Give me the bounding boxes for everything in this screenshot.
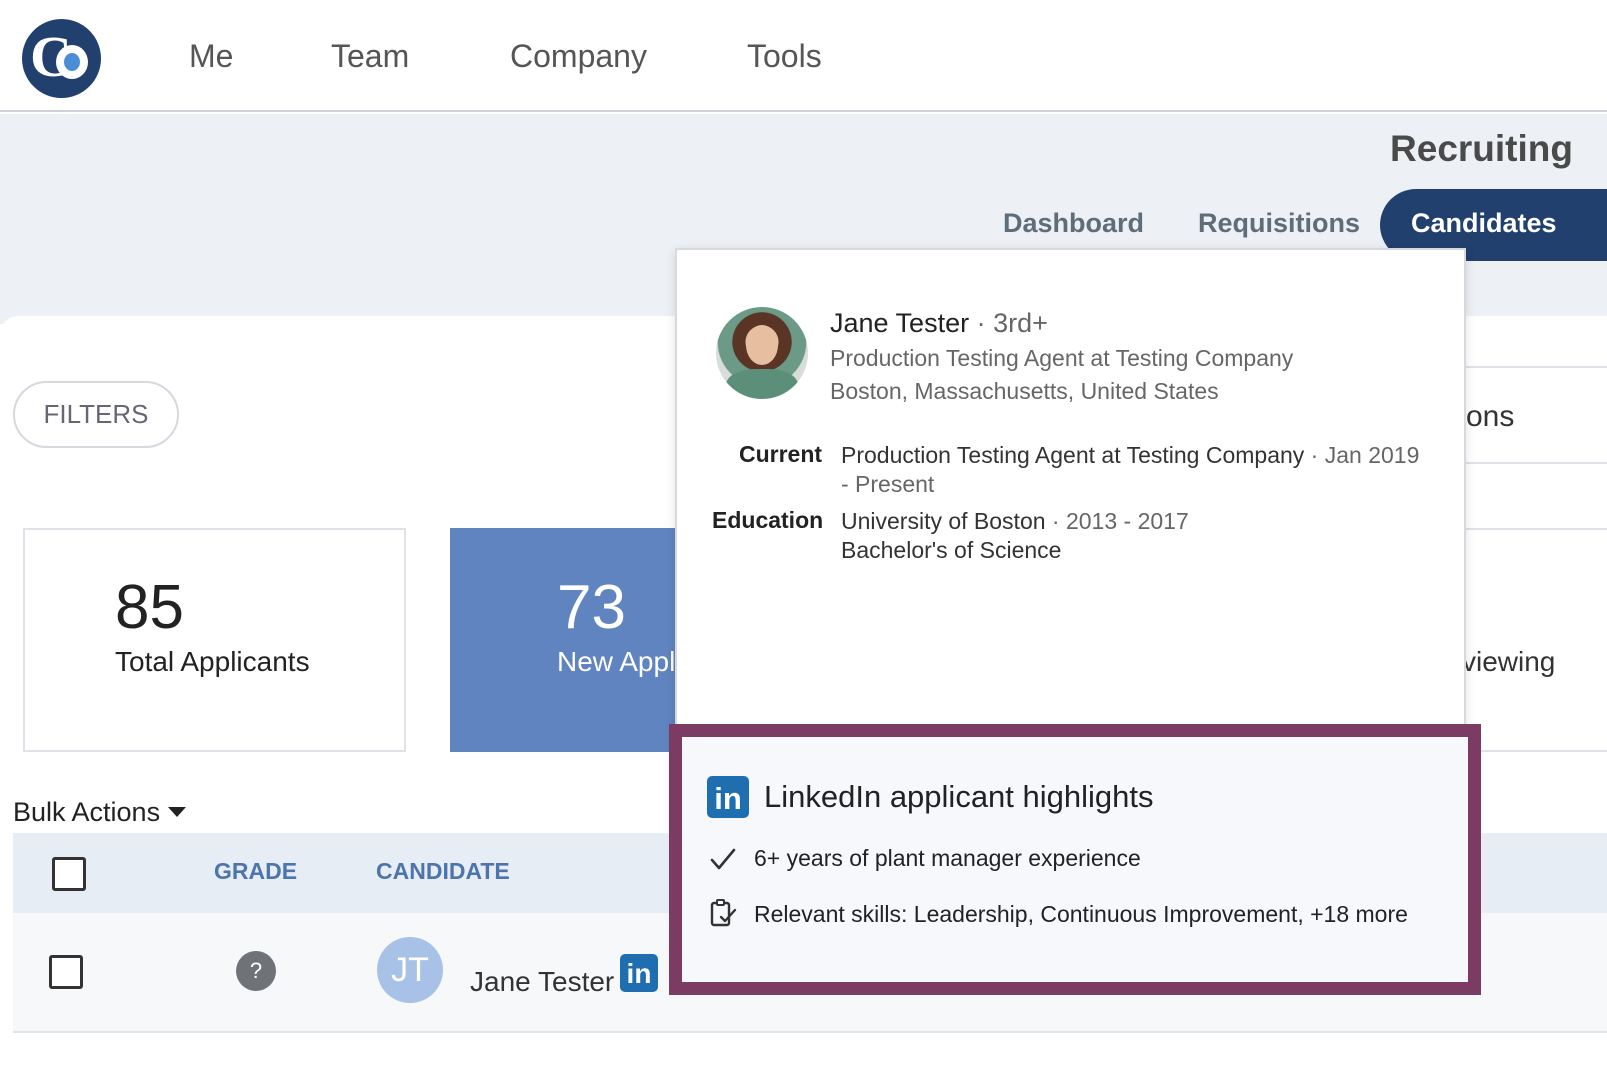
school-name: University of Boston	[841, 508, 1046, 534]
nav-company[interactable]: Company	[510, 38, 647, 75]
bulk-actions-label: Bulk Actions	[13, 797, 161, 827]
partial-tab-right[interactable]: ons	[1466, 366, 1607, 464]
nav-me[interactable]: Me	[189, 38, 233, 75]
partial-stat-right[interactable]: viewing	[1462, 528, 1607, 752]
highlights-title: LinkedIn applicant highlights	[764, 779, 1154, 814]
nav-tools[interactable]: Tools	[747, 38, 822, 75]
profile-name-line: Jane Tester · 3rd+	[830, 308, 1048, 339]
education-entry: University of Boston · 2013 - 2017 Bache…	[841, 507, 1431, 565]
current-role: Production Testing Agent at Testing Comp…	[841, 442, 1305, 468]
current-position: Production Testing Agent at Testing Comp…	[841, 441, 1431, 499]
partial-tab-label: ons	[1466, 400, 1515, 433]
connection-degree: · 3rd+	[976, 308, 1048, 338]
filters-button[interactable]: FILTERS	[13, 381, 179, 448]
partial-stat-label: viewing	[1462, 646, 1556, 677]
company-logo[interactable]: C	[22, 19, 101, 98]
profile-headline: Production Testing Agent at Testing Comp…	[830, 345, 1294, 371]
nav-team[interactable]: Team	[331, 38, 409, 75]
page-title: Recruiting	[1390, 128, 1573, 169]
education-label: Education	[712, 507, 824, 533]
current-label: Current	[739, 441, 823, 467]
photo-shirt	[726, 369, 798, 399]
stat-total-applicants[interactable]: 85 Total Applicants	[23, 528, 406, 752]
school-dates: · 2013 - 2017	[1051, 508, 1189, 534]
profile-location: Boston, Massachusetts, United States	[830, 378, 1219, 404]
top-nav: C Me Team Company Tools	[0, 0, 1607, 112]
checkmark-icon	[710, 848, 736, 870]
photo-face	[746, 325, 778, 365]
bulk-actions-dropdown[interactable]: Bulk Actions	[13, 797, 187, 828]
stat-value: 73	[557, 573, 626, 642]
candidate-name[interactable]: Jane Tester	[470, 966, 614, 998]
row-checkbox[interactable]	[49, 955, 83, 989]
profile-photo	[716, 307, 808, 399]
stat-new-applicants[interactable]: 73 New Appl	[450, 528, 690, 752]
caret-down-icon	[168, 807, 187, 817]
profile-name[interactable]: Jane Tester	[830, 308, 969, 338]
grade-unknown-icon[interactable]: ?	[236, 951, 276, 991]
linkedin-icon[interactable]: in	[620, 954, 658, 992]
highlight-skills: Relevant skills: Leadership, Continuous …	[754, 901, 1408, 927]
avatar[interactable]: JT	[377, 937, 443, 1003]
degree-name: Bachelor's of Science	[841, 537, 1062, 563]
stat-label: Total Applicants	[115, 646, 310, 677]
column-header-grade[interactable]: GRADE	[214, 858, 297, 885]
column-header-candidate[interactable]: CANDIDATE	[376, 858, 510, 885]
logo-o-glyph	[56, 45, 88, 79]
highlight-experience: 6+ years of plant manager experience	[754, 845, 1141, 871]
stat-label: New Appl	[557, 646, 676, 677]
clipboard-check-icon	[710, 899, 737, 927]
stat-value: 85	[115, 573, 184, 642]
linkedin-icon: in	[707, 776, 749, 818]
tab-requisitions[interactable]: Requisitions	[1198, 208, 1360, 239]
tab-dashboard[interactable]: Dashboard	[1003, 208, 1144, 239]
select-all-checkbox[interactable]	[52, 857, 86, 891]
